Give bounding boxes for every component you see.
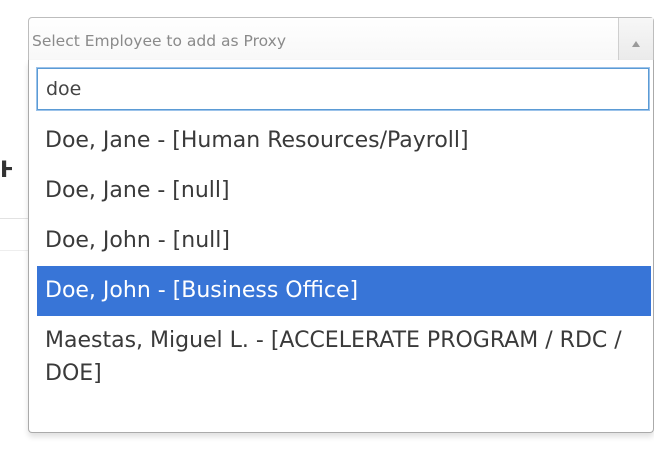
result-option-highlighted[interactable]: Doe, John - [Business Office] (37, 266, 651, 316)
select-dropdown: Doe, Jane - [Human Resources/Payroll] Do… (28, 60, 654, 433)
search-input[interactable] (36, 67, 650, 111)
result-option[interactable]: Doe, Jane - [Human Resources/Payroll] (37, 116, 651, 166)
chevron-up-icon (632, 41, 640, 47)
select-placeholder: Select Employee to add as Proxy (32, 32, 286, 50)
background-divider (0, 250, 30, 251)
results-list: Doe, Jane - [Human Resources/Payroll] Do… (37, 116, 651, 399)
background-heading-fragment: H (0, 158, 12, 183)
background-divider (0, 218, 30, 219)
result-option[interactable]: Doe, John - [null] (37, 216, 651, 266)
page: H Select Employee to add as Proxy Doe, J… (0, 0, 654, 453)
result-option[interactable]: Maestas, Miguel L. - [ACCELERATE PROGRAM… (37, 316, 651, 399)
result-option[interactable]: Doe, Jane - [null] (37, 166, 651, 216)
